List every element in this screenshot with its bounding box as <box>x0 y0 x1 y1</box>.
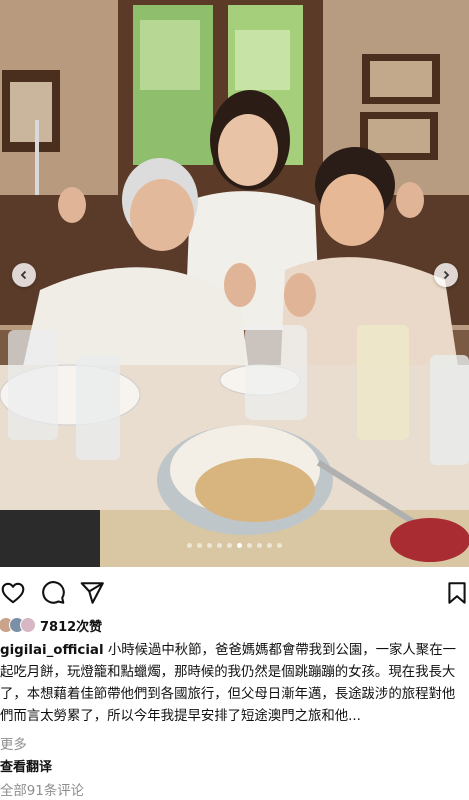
photo-scene <box>0 0 469 567</box>
bookmark-icon[interactable] <box>444 580 469 606</box>
likes-row[interactable]: 7812次赞 <box>0 615 102 635</box>
carousel-dot <box>217 543 222 548</box>
caption-username[interactable]: gigilai_official <box>0 643 104 658</box>
post-caption: gigilai_official 小時候過中秋節，爸爸媽媽都會帶我到公園，一家人… <box>0 640 466 728</box>
comment-icon[interactable] <box>40 580 66 606</box>
chevron-right-icon <box>443 270 450 280</box>
heart-icon[interactable] <box>0 580 26 606</box>
carousel-dot <box>207 543 212 548</box>
caption-more-link[interactable]: 更多 <box>0 733 27 753</box>
liker-avatars <box>0 617 36 633</box>
chevron-left-icon <box>20 270 27 280</box>
see-translation-link[interactable]: 查看翻译 <box>0 756 52 775</box>
carousel-dot <box>267 543 272 548</box>
carousel-dot <box>227 543 232 548</box>
carousel-dot <box>247 543 252 548</box>
post-photo[interactable] <box>0 0 469 567</box>
carousel-dot-active <box>237 543 242 548</box>
carousel-next-button[interactable] <box>434 263 458 287</box>
carousel-dot <box>277 543 282 548</box>
carousel-dot <box>257 543 262 548</box>
view-all-comments-link[interactable]: 全部91条评论 <box>0 779 84 799</box>
send-icon[interactable] <box>79 580 105 606</box>
carousel-indicator <box>0 543 469 548</box>
post-actions <box>0 572 469 612</box>
carousel-dot <box>187 543 192 548</box>
avatar <box>20 617 36 633</box>
likes-count: 7812次赞 <box>40 619 103 635</box>
carousel-prev-button[interactable] <box>12 263 36 287</box>
carousel-dot <box>197 543 202 548</box>
